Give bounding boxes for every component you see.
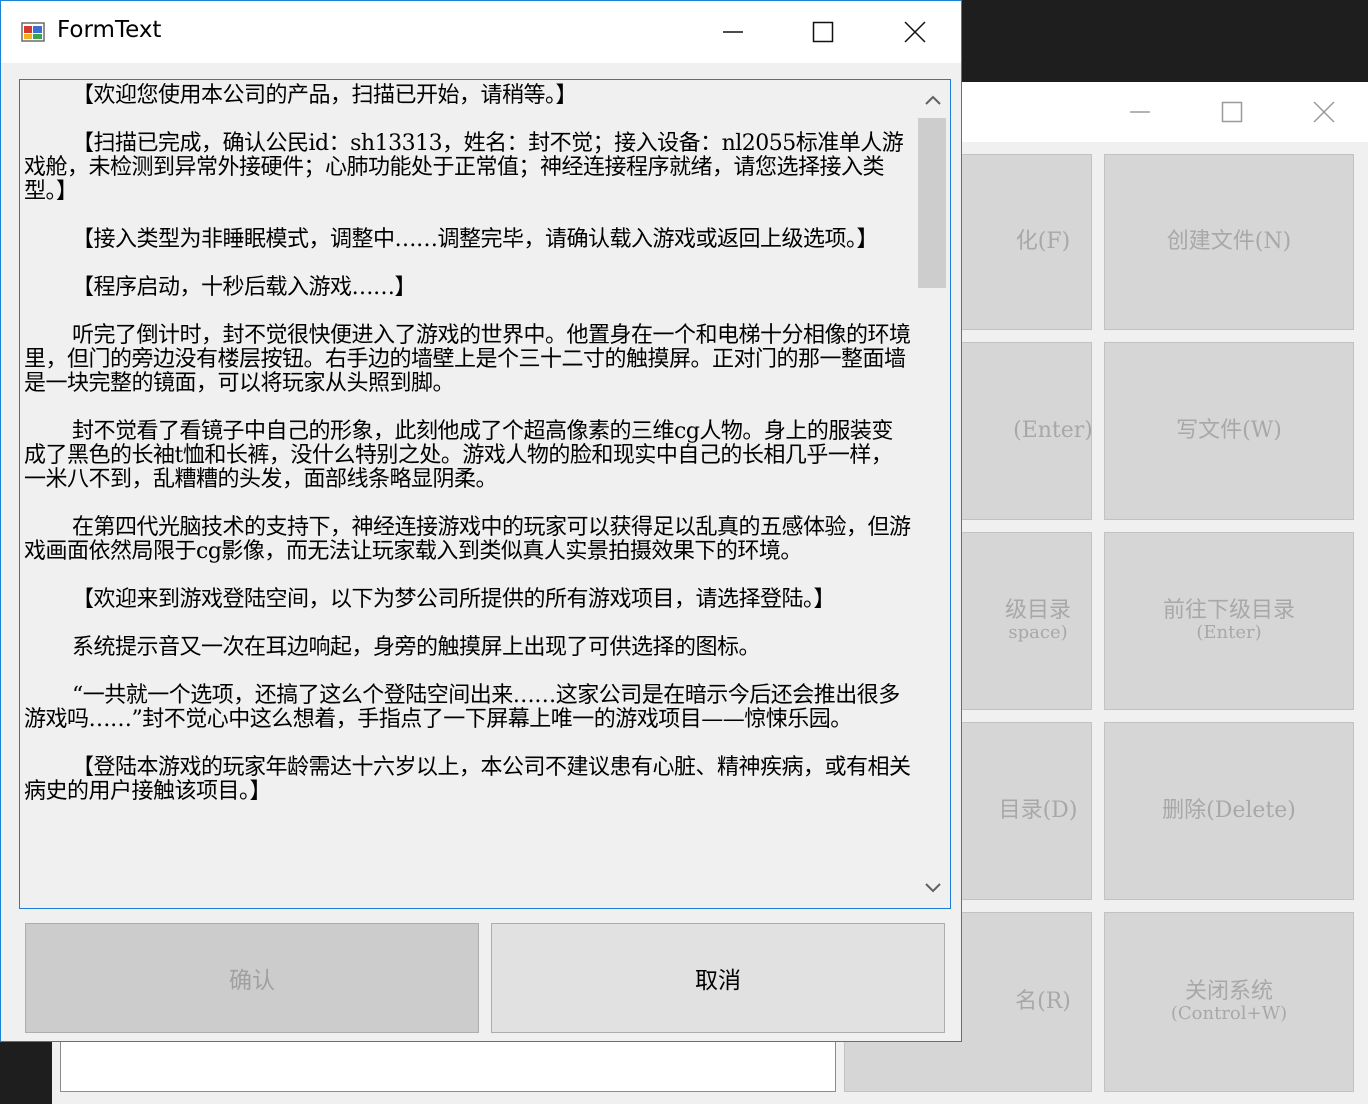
paragraph: 【程序启动，十秒后载入游戏……】	[72, 275, 417, 300]
background-maximize-icon[interactable]	[1186, 82, 1278, 142]
close-system-shortcut: (Control+W)	[1170, 1003, 1288, 1025]
vertical-scrollbar[interactable]	[916, 80, 950, 908]
app-icon	[21, 22, 45, 42]
paragraph: “一共就一个选项，还搞了这么个登陆空间出来……这家公司是在暗示今后还会推出很多游…	[24, 683, 900, 732]
scroll-thumb[interactable]	[918, 118, 946, 288]
delete-button-label: 删除(Delete)	[1162, 797, 1296, 823]
paragraph: 【欢迎您使用本公司的产品，扫描已开始，请稍等。】	[72, 83, 578, 108]
maximize-icon[interactable]	[777, 1, 869, 63]
paragraph: 封不觉看了看镜子中自己的形象，此刻他成了个超高像素的三维cg人物。身上的服装变成…	[24, 419, 893, 492]
cancel-button[interactable]: 取消	[491, 923, 945, 1033]
write-file-button-label: 写文件(W)	[1176, 417, 1282, 443]
paragraph: 系统提示音又一次在耳边响起，身旁的触摸屏上出现了可供选择的图标。	[72, 635, 761, 660]
dialog-title: FormText	[57, 17, 162, 43]
go-down-directory-button[interactable]: 前往下级目录 (Enter)	[1104, 532, 1354, 710]
paragraph: 在第四代光脑技术的支持下，神经连接游戏中的玩家可以获得足以乱真的五感体验，但游戏…	[24, 515, 911, 564]
formtext-dialog: FormText 【欢迎您使用本公司的产品，扫描已开始，请稍等。】 【扫描已完成…	[0, 0, 962, 1042]
paragraph: 【欢迎来到游戏登陆空间，以下为梦公司所提供的所有游戏项目，请选择登陆。】	[72, 587, 836, 612]
confirm-button[interactable]: 确认	[25, 923, 479, 1033]
close-system-button[interactable]: 关闭系统 (Control+W)	[1104, 912, 1354, 1092]
minimize-icon[interactable]	[687, 1, 779, 63]
background-minimize-icon[interactable]	[1094, 82, 1186, 142]
close-icon[interactable]	[869, 1, 961, 63]
background-input[interactable]	[60, 1040, 836, 1092]
background-close-icon[interactable]	[1278, 82, 1368, 142]
paragraph: 【接入类型为非睡眠模式，调整中……调整完毕，请确认载入游戏或返回上级选项。】	[72, 227, 879, 252]
text-area[interactable]: 【欢迎您使用本公司的产品，扫描已开始，请稍等。】 【扫描已完成，确认公民id：s…	[19, 79, 951, 909]
scroll-down-icon[interactable]	[916, 870, 950, 906]
paragraph: 听完了倒计时，封不觉很快便进入了游戏的世界中。他置身在一个和电梯十分相像的环境里…	[24, 323, 911, 396]
create-file-button-label: 创建文件(N)	[1166, 228, 1292, 254]
text-content: 【欢迎您使用本公司的产品，扫描已开始，请稍等。】 【扫描已完成，确认公民id：s…	[24, 84, 912, 828]
go-down-directory-shortcut: (Enter)	[1196, 622, 1262, 644]
scroll-up-icon[interactable]	[916, 82, 950, 118]
write-file-button[interactable]: 写文件(W)	[1104, 342, 1354, 520]
delete-button[interactable]: 删除(Delete)	[1104, 722, 1354, 900]
close-system-label: 关闭系统	[1184, 979, 1273, 1004]
create-file-button[interactable]: 创建文件(N)	[1104, 154, 1354, 330]
dialog-titlebar: FormText	[1, 1, 961, 63]
paragraph: 【扫描已完成，确认公民id：sh13313，姓名：封不觉；接入设备：nl2055…	[24, 131, 904, 204]
paragraph: 【登陆本游戏的玩家年龄需达十六岁以上，本公司不建议患有心脏、精神疾病，或有相关病…	[24, 755, 911, 804]
go-down-directory-label: 前往下级目录	[1162, 598, 1295, 623]
